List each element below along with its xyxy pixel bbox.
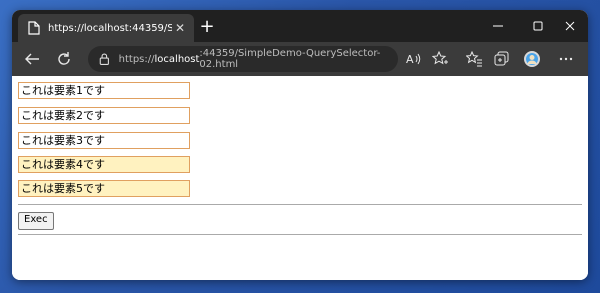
star-add-icon <box>432 51 448 65</box>
maximize-icon <box>533 21 543 31</box>
url-prefix: https:// <box>118 53 155 65</box>
back-arrow-icon <box>25 53 39 65</box>
element-3: これは要素3です <box>18 132 190 149</box>
lock-icon[interactable] <box>98 52 111 66</box>
maximize-button[interactable] <box>520 10 556 42</box>
favorites-icon <box>466 51 482 67</box>
browser-toolbar: https://localhost:44359/SimpleDemo-Query… <box>12 42 588 76</box>
read-aloud-icon: A <box>406 53 421 66</box>
add-favorite-button[interactable] <box>430 49 450 69</box>
element-2: これは要素2です <box>18 107 190 124</box>
element-5: これは要素5です <box>18 180 190 197</box>
close-window-button[interactable] <box>552 10 588 42</box>
avatar-icon <box>524 51 540 67</box>
more-icon <box>559 57 573 61</box>
new-tab-button[interactable]: + <box>196 16 218 38</box>
refresh-icon <box>58 52 70 65</box>
element-1: これは要素1です <box>18 82 190 99</box>
url-path: :44359/SimpleDemo-QuerySelector-02.html <box>199 48 381 70</box>
page-content: これは要素1です これは要素2です これは要素3です これは要素4です これは要… <box>12 76 588 280</box>
minimize-icon <box>493 25 503 27</box>
divider <box>18 204 582 205</box>
refresh-button[interactable] <box>54 49 74 69</box>
address-bar[interactable]: https://localhost:44359/SimpleDemo-Query… <box>88 46 398 72</box>
minimize-button[interactable] <box>480 10 516 42</box>
exec-button[interactable]: Exec <box>18 212 54 230</box>
tab-title: https://localhost:44359/SimpleDe <box>48 22 172 34</box>
close-icon <box>565 21 575 31</box>
collections-button[interactable] <box>492 49 512 69</box>
more-menu-button[interactable] <box>556 49 576 69</box>
divider <box>18 234 582 235</box>
browser-tab[interactable]: https://localhost:44359/SimpleDe ✕ <box>18 14 194 42</box>
svg-text:A: A <box>406 53 414 66</box>
favorites-button[interactable] <box>464 49 484 69</box>
element-4: これは要素4です <box>18 156 190 173</box>
url-host: localhost <box>154 53 200 65</box>
collections-icon <box>494 51 509 66</box>
browser-window: https://localhost:44359/SimpleDe ✕ + htt… <box>12 10 588 280</box>
tab-close-icon[interactable]: ✕ <box>172 21 188 35</box>
title-bar: https://localhost:44359/SimpleDe ✕ + <box>12 10 588 42</box>
page-icon <box>28 21 40 35</box>
profile-button[interactable] <box>522 49 542 69</box>
back-button[interactable] <box>22 49 42 69</box>
read-aloud-button[interactable]: A <box>404 49 424 69</box>
